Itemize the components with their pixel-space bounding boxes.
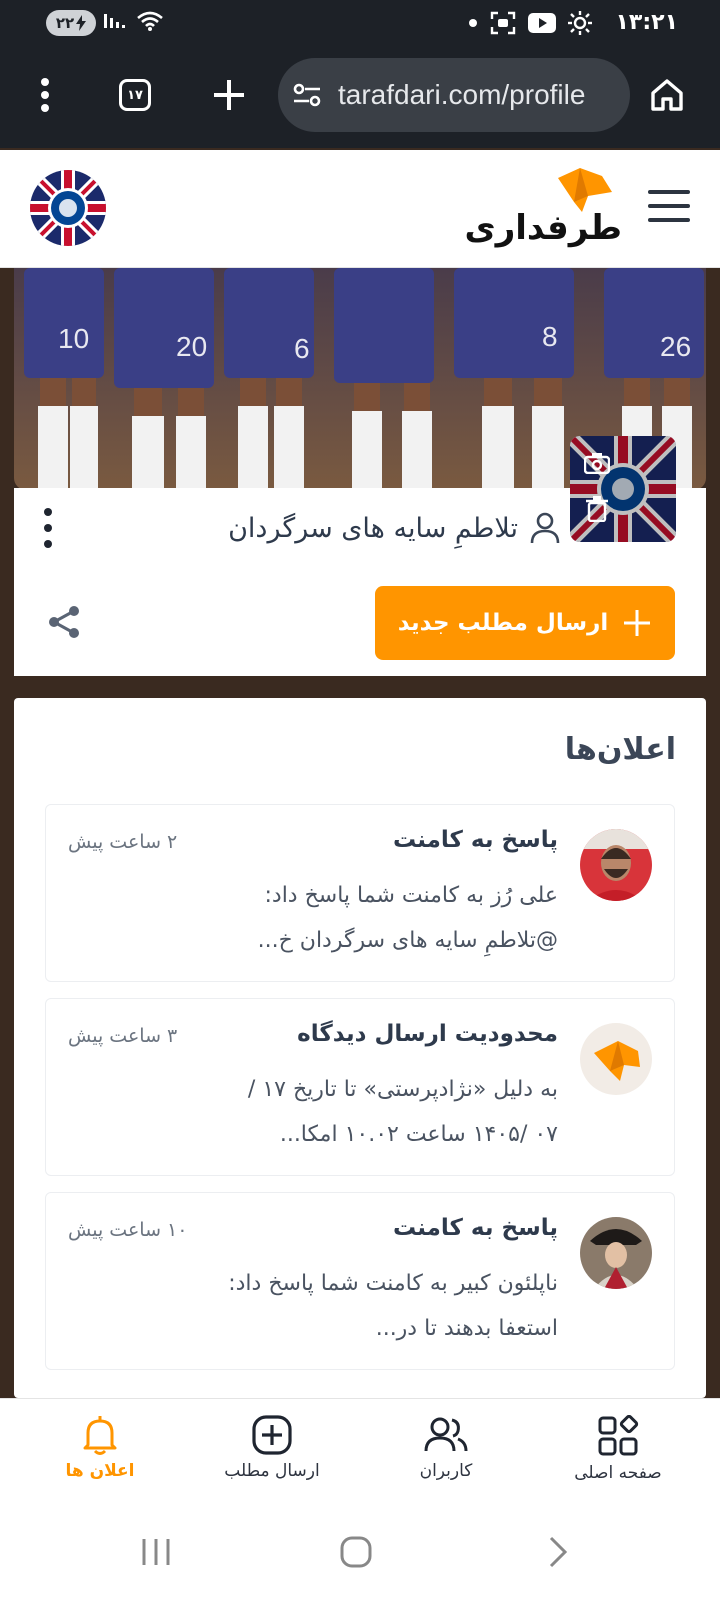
- status-bar: ۲۲ ۱۳:۲۱: [0, 0, 720, 48]
- status-clock: ۱۳:۲۱: [615, 10, 678, 35]
- profile-card: تلاطمِ سایه های سرگردان ارسال مطلب جدید: [14, 436, 706, 676]
- site-header: طرفداری: [0, 150, 720, 268]
- wifi-icon: [137, 11, 163, 31]
- user-icon: [530, 512, 560, 544]
- url-text: tarafdari.com/profile: [338, 79, 586, 110]
- svg-text:26: 26: [660, 331, 691, 362]
- battery-indicator: ۲۲: [46, 10, 96, 36]
- nav-label: اعلان ها: [65, 1461, 135, 1481]
- home-button[interactable]: [642, 70, 692, 120]
- users-icon: [424, 1417, 468, 1452]
- notification-heading: پاسخ به کامنت: [392, 827, 558, 853]
- camera-icon[interactable]: [584, 452, 610, 474]
- nav-notifications[interactable]: اعلان ها: [30, 1415, 170, 1481]
- notification-heading: پاسخ به کامنت: [392, 1215, 558, 1241]
- charging-icon: [76, 15, 87, 31]
- notification-item[interactable]: پاسخ به کامنت ۱۰ ساعت پیش ناپلئون کبیر ب…: [45, 1192, 675, 1370]
- profile-name: تلاطمِ سایه های سرگردان: [228, 512, 518, 544]
- address-bar[interactable]: tarafdari.com/profile: [278, 58, 630, 132]
- tab-switcher-button[interactable]: ۱۷: [110, 70, 160, 120]
- plus-icon: [214, 80, 244, 110]
- browser-toolbar: ۱۷ tarafdari.com/profile: [0, 48, 720, 148]
- plus-icon: [624, 610, 651, 636]
- player-avatar: [580, 829, 652, 901]
- tab-count: ۱۷: [119, 79, 151, 111]
- notification-time: ۱۰ ساعت پیش: [68, 1219, 188, 1241]
- profile-name-row: تلاطمِ سایه های سرگردان: [228, 512, 560, 544]
- youtube-icon: [528, 13, 556, 33]
- svg-text:20: 20: [176, 331, 207, 362]
- notifications-panel: اعلان‌ها پاسخ به کامنت ۲ ساعت پیش علی رُ…: [14, 698, 706, 1398]
- recent-apps-button[interactable]: [126, 1530, 186, 1574]
- brightness-icon: [568, 11, 592, 35]
- home-circle-icon: [340, 1536, 372, 1568]
- site-settings-icon[interactable]: [292, 80, 322, 110]
- browser-menu-button[interactable]: [20, 70, 70, 120]
- hamburger-menu-button[interactable]: [648, 190, 690, 226]
- logo-text: طرفداری: [464, 208, 622, 248]
- chelsea-badge-icon: [30, 170, 106, 246]
- home-system-button[interactable]: [326, 1530, 386, 1574]
- notification-body: علی رُز به کامنت شما پاسخ داد: @تلاطمِ س…: [257, 883, 558, 953]
- nav-users[interactable]: کاربران: [376, 1415, 516, 1481]
- svg-text:6: 6: [294, 333, 310, 364]
- bottom-navigation: اعلان ها ارسال مطلب کاربران صفحه اصلی: [0, 1398, 720, 1500]
- nav-home[interactable]: صفحه اصلی: [548, 1415, 688, 1483]
- new-post-button[interactable]: ارسال مطلب جدید: [375, 586, 675, 660]
- signal-icon: [104, 14, 125, 28]
- vertical-dots-icon: [41, 78, 49, 112]
- profile-avatar[interactable]: [570, 436, 676, 542]
- svg-text:8: 8: [542, 321, 558, 352]
- home-icon: [651, 79, 683, 111]
- notification-time: ۳ ساعت پیش: [68, 1025, 178, 1047]
- screenshot-icon: [490, 11, 516, 35]
- trash-icon[interactable]: [586, 496, 608, 522]
- new-post-label: ارسال مطلب جدید: [397, 610, 609, 636]
- system-navigation-bar: [0, 1500, 720, 1600]
- nav-new-post[interactable]: ارسال مطلب: [202, 1415, 342, 1481]
- notification-time: ۲ ساعت پیش: [68, 831, 178, 853]
- back-button[interactable]: [528, 1530, 588, 1574]
- profile-more-options-button[interactable]: [38, 508, 58, 548]
- chevron-right-icon: [549, 1536, 568, 1568]
- notification-item[interactable]: پاسخ به کامنت ۲ ساعت پیش علی رُز به کامن…: [45, 804, 675, 982]
- new-tab-button[interactable]: [204, 70, 254, 120]
- battery-level: ۲۲: [55, 14, 75, 32]
- site-logo[interactable]: طرفداری: [465, 168, 626, 250]
- nav-label: ارسال مطلب: [224, 1461, 320, 1481]
- tarafdari-logo-avatar: [580, 1023, 652, 1095]
- napoleon-avatar: [580, 1217, 652, 1289]
- notification-body: به دلیل «نژادپرستی» تا تاریخ ۱۷ /۰۷ /۱۴۰…: [247, 1077, 558, 1147]
- notification-item[interactable]: محدودیت ارسال دیدگاه ۳ ساعت پیش به دلیل …: [45, 998, 675, 1176]
- notifications-title: اعلان‌ها: [564, 732, 676, 767]
- plus-square-icon: [252, 1415, 292, 1455]
- notification-body: ناپلئون کبیر به کامنت شما پاسخ داد: استع…: [228, 1271, 558, 1341]
- notification-heading: محدودیت ارسال دیدگاه: [297, 1021, 558, 1047]
- svg-text:10: 10: [58, 323, 89, 354]
- recent-apps-icon: [142, 1539, 170, 1565]
- nav-label: کاربران: [419, 1461, 473, 1481]
- grid-icon: [598, 1415, 639, 1456]
- notification-dot-icon: [469, 19, 477, 27]
- nav-label: صفحه اصلی: [574, 1463, 662, 1483]
- user-avatar[interactable]: [30, 170, 106, 246]
- bell-icon: [83, 1416, 117, 1455]
- share-icon[interactable]: [46, 604, 82, 640]
